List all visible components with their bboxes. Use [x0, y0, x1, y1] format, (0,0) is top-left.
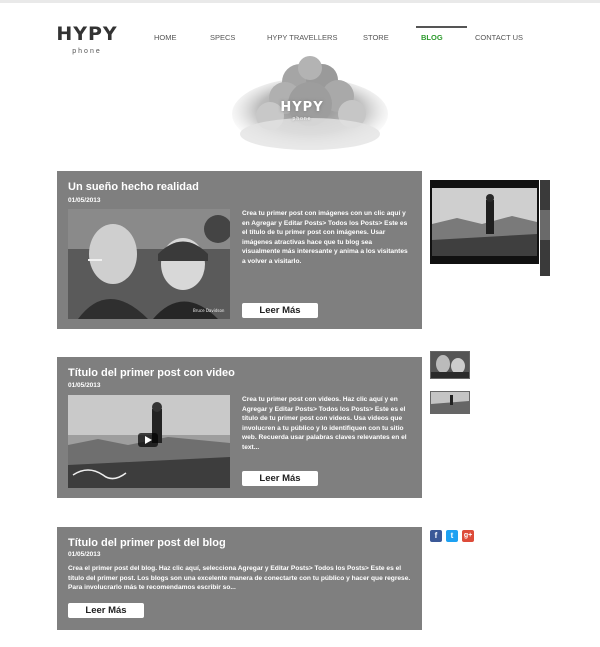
nav-item-contact-us[interactable]: CONTACT US [475, 33, 523, 42]
post-date: 01/05/2013 [68, 551, 101, 558]
nav-item-specs[interactable]: SPECS [210, 33, 235, 42]
blog-post-3: Título del primer post del blog 01/05/20… [57, 527, 422, 630]
gallery-image [432, 188, 537, 256]
read-more-button[interactable]: Leer Más [242, 303, 318, 318]
active-nav-indicator [416, 26, 467, 28]
nav-item-home[interactable]: HOME [154, 33, 177, 42]
play-icon [145, 436, 152, 444]
blog-post-1: Un sueño hecho realidad 01/05/2013 Bruce… [57, 171, 422, 329]
post-video[interactable] [68, 395, 230, 488]
top-bar [0, 0, 600, 3]
read-more-button[interactable]: Leer Más [68, 603, 144, 618]
gallery-thumb-2[interactable] [430, 391, 470, 414]
hero-logo-sub: phone [292, 116, 312, 122]
post-image[interactable]: Bruce Davidson [68, 209, 230, 319]
facebook-icon[interactable]: f [430, 530, 442, 542]
gallery-next-peek[interactable] [540, 180, 550, 276]
nav-item-store[interactable]: STORE [363, 33, 389, 42]
gallery-thumb-1[interactable] [430, 351, 470, 379]
svg-text:Bruce Davidson: Bruce Davidson [193, 308, 225, 313]
blog-post-2: Título del primer post con video 01/05/2… [57, 357, 422, 498]
post-title[interactable]: Un sueño hecho realidad [68, 181, 199, 193]
post-excerpt: Crea el primer post del blog. Haz clic a… [68, 565, 411, 591]
twitter-icon[interactable]: t [446, 530, 458, 542]
post-date: 01/05/2013 [68, 197, 101, 204]
sidebar-gallery-main[interactable] [430, 180, 539, 264]
post-date: 01/05/2013 [68, 382, 101, 389]
post-excerpt: Crea tu primer post con imágenes con un … [242, 210, 408, 265]
nav-item-hypy-travellers[interactable]: HYPY TRAVELLERS [267, 33, 337, 42]
nav-item-blog[interactable]: BLOG [421, 33, 443, 42]
main-nav: HOME SPECS HYPY TRAVELLERS STORE BLOG CO… [0, 26, 600, 56]
post-title[interactable]: Título del primer post del blog [68, 537, 226, 549]
post-title[interactable]: Título del primer post con video [68, 367, 235, 379]
post-excerpt: Crea tu primer post con videos. Haz clic… [242, 396, 407, 451]
read-more-button[interactable]: Leer Más [242, 471, 318, 486]
google-plus-icon[interactable]: g+ [462, 530, 474, 542]
video-play-button[interactable] [138, 433, 158, 447]
photo-boys-image: Bruce Davidson [68, 209, 230, 319]
hero-logo-text: HYPY [280, 100, 324, 115]
